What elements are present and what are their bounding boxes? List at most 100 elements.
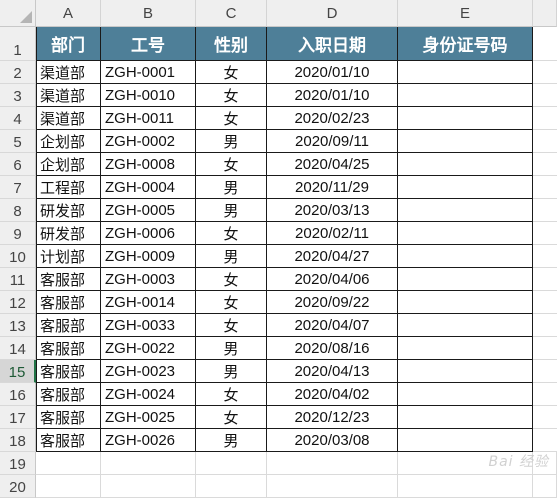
employee-id-cell[interactable]: ZGH-0008 bbox=[101, 153, 196, 176]
row-header-7[interactable]: 7 bbox=[0, 176, 36, 199]
empty-cell[interactable] bbox=[533, 176, 557, 199]
id-number-cell[interactable] bbox=[398, 406, 533, 429]
gender-cell[interactable]: 女 bbox=[196, 61, 267, 84]
row-header-17[interactable]: 17 bbox=[0, 406, 36, 429]
department-cell[interactable]: 渠道部 bbox=[36, 61, 101, 84]
employee-id-cell[interactable]: ZGH-0009 bbox=[101, 245, 196, 268]
employee-id-cell[interactable]: ZGH-0004 bbox=[101, 176, 196, 199]
empty-cell[interactable] bbox=[196, 475, 267, 498]
department-cell[interactable]: 客服部 bbox=[36, 360, 101, 383]
id-number-cell[interactable] bbox=[398, 222, 533, 245]
hire-date-cell[interactable]: 2020/02/23 bbox=[267, 107, 398, 130]
row-header-14[interactable]: 14 bbox=[0, 337, 36, 360]
department-cell[interactable]: 渠道部 bbox=[36, 107, 101, 130]
department-cell[interactable]: 计划部 bbox=[36, 245, 101, 268]
hire-date-cell[interactable]: 2020/04/02 bbox=[267, 383, 398, 406]
id-number-cell[interactable] bbox=[398, 107, 533, 130]
empty-cell[interactable] bbox=[533, 314, 557, 337]
empty-cell[interactable] bbox=[533, 337, 557, 360]
empty-cell[interactable] bbox=[533, 61, 557, 84]
department-cell[interactable]: 客服部 bbox=[36, 383, 101, 406]
row-header-8[interactable]: 8 bbox=[0, 199, 36, 222]
hire-date-cell[interactable]: 2020/01/10 bbox=[267, 61, 398, 84]
empty-cell[interactable] bbox=[533, 245, 557, 268]
id-number-cell[interactable] bbox=[398, 383, 533, 406]
hire-date-cell[interactable]: 2020/01/10 bbox=[267, 84, 398, 107]
employee-id-cell[interactable]: ZGH-0003 bbox=[101, 268, 196, 291]
empty-cell[interactable] bbox=[533, 360, 557, 383]
employee-id-cell[interactable]: ZGH-0006 bbox=[101, 222, 196, 245]
hire-date-cell[interactable]: 2020/11/29 bbox=[267, 176, 398, 199]
hire-date-cell[interactable]: 2020/09/22 bbox=[267, 291, 398, 314]
employee-id-cell[interactable]: ZGH-0033 bbox=[101, 314, 196, 337]
spreadsheet-grid[interactable]: A B C D E 1 2 3 4 5 6 7 8 9 10 11 12 13 14 15 16 17 18 19 20 部门 工号… bbox=[0, 0, 557, 498]
department-cell[interactable]: 客服部 bbox=[36, 314, 101, 337]
table-header-cell[interactable]: 身份证号码 bbox=[398, 27, 533, 61]
gender-cell[interactable]: 男 bbox=[196, 130, 267, 153]
gender-cell[interactable]: 女 bbox=[196, 268, 267, 291]
row-header-3[interactable]: 3 bbox=[0, 84, 36, 107]
empty-cell[interactable] bbox=[267, 452, 398, 475]
department-cell[interactable]: 工程部 bbox=[36, 176, 101, 199]
employee-id-cell[interactable]: ZGH-0023 bbox=[101, 360, 196, 383]
row-header-5[interactable]: 5 bbox=[0, 130, 36, 153]
gender-cell[interactable]: 男 bbox=[196, 360, 267, 383]
empty-cell[interactable] bbox=[36, 452, 101, 475]
table-header-cell[interactable]: 工号 bbox=[101, 27, 196, 61]
hire-date-cell[interactable]: 2020/08/16 bbox=[267, 337, 398, 360]
select-all-corner[interactable] bbox=[0, 0, 36, 27]
row-header-10[interactable]: 10 bbox=[0, 245, 36, 268]
column-header-d[interactable]: D bbox=[267, 0, 398, 27]
id-number-cell[interactable] bbox=[398, 84, 533, 107]
department-cell[interactable]: 客服部 bbox=[36, 291, 101, 314]
employee-id-cell[interactable]: ZGH-0026 bbox=[101, 429, 196, 452]
gender-cell[interactable]: 女 bbox=[196, 383, 267, 406]
empty-cell[interactable] bbox=[196, 452, 267, 475]
id-number-cell[interactable] bbox=[398, 429, 533, 452]
hire-date-cell[interactable]: 2020/03/08 bbox=[267, 429, 398, 452]
gender-cell[interactable]: 女 bbox=[196, 406, 267, 429]
row-header-2[interactable]: 2 bbox=[0, 61, 36, 84]
table-header-cell[interactable]: 部门 bbox=[36, 27, 101, 61]
employee-id-cell[interactable]: ZGH-0010 bbox=[101, 84, 196, 107]
hire-date-cell[interactable]: 2020/04/07 bbox=[267, 314, 398, 337]
hire-date-cell[interactable]: 2020/04/27 bbox=[267, 245, 398, 268]
row-header-4[interactable]: 4 bbox=[0, 107, 36, 130]
employee-id-cell[interactable]: ZGH-0022 bbox=[101, 337, 196, 360]
empty-cell[interactable] bbox=[101, 475, 196, 498]
id-number-cell[interactable] bbox=[398, 61, 533, 84]
id-number-cell[interactable] bbox=[398, 314, 533, 337]
gender-cell[interactable]: 女 bbox=[196, 314, 267, 337]
hire-date-cell[interactable]: 2020/02/11 bbox=[267, 222, 398, 245]
id-number-cell[interactable] bbox=[398, 268, 533, 291]
gender-cell[interactable]: 女 bbox=[196, 222, 267, 245]
hire-date-cell[interactable]: 2020/03/13 bbox=[267, 199, 398, 222]
id-number-cell[interactable] bbox=[398, 360, 533, 383]
empty-cell[interactable] bbox=[101, 452, 196, 475]
gender-cell[interactable]: 男 bbox=[196, 337, 267, 360]
column-header-b[interactable]: B bbox=[101, 0, 196, 27]
department-cell[interactable]: 客服部 bbox=[36, 337, 101, 360]
empty-cell[interactable] bbox=[533, 383, 557, 406]
id-number-cell[interactable] bbox=[398, 199, 533, 222]
employee-id-cell[interactable]: ZGH-0001 bbox=[101, 61, 196, 84]
employee-id-cell[interactable]: ZGH-0002 bbox=[101, 130, 196, 153]
gender-cell[interactable]: 女 bbox=[196, 291, 267, 314]
empty-cell[interactable] bbox=[533, 406, 557, 429]
row-header-15[interactable]: 15 bbox=[0, 360, 36, 383]
empty-cell[interactable] bbox=[533, 130, 557, 153]
row-header-1[interactable]: 1 bbox=[0, 27, 36, 61]
table-header-cell[interactable]: 性别 bbox=[196, 27, 267, 61]
row-header-12[interactable]: 12 bbox=[0, 291, 36, 314]
department-cell[interactable]: 客服部 bbox=[36, 406, 101, 429]
department-cell[interactable]: 客服部 bbox=[36, 429, 101, 452]
hire-date-cell[interactable]: 2020/04/25 bbox=[267, 153, 398, 176]
empty-cell[interactable] bbox=[533, 153, 557, 176]
row-header-18[interactable]: 18 bbox=[0, 429, 36, 452]
id-number-cell[interactable] bbox=[398, 130, 533, 153]
id-number-cell[interactable] bbox=[398, 245, 533, 268]
empty-cell[interactable] bbox=[533, 222, 557, 245]
row-header-9[interactable]: 9 bbox=[0, 222, 36, 245]
hire-date-cell[interactable]: 2020/04/13 bbox=[267, 360, 398, 383]
empty-cell[interactable] bbox=[533, 84, 557, 107]
